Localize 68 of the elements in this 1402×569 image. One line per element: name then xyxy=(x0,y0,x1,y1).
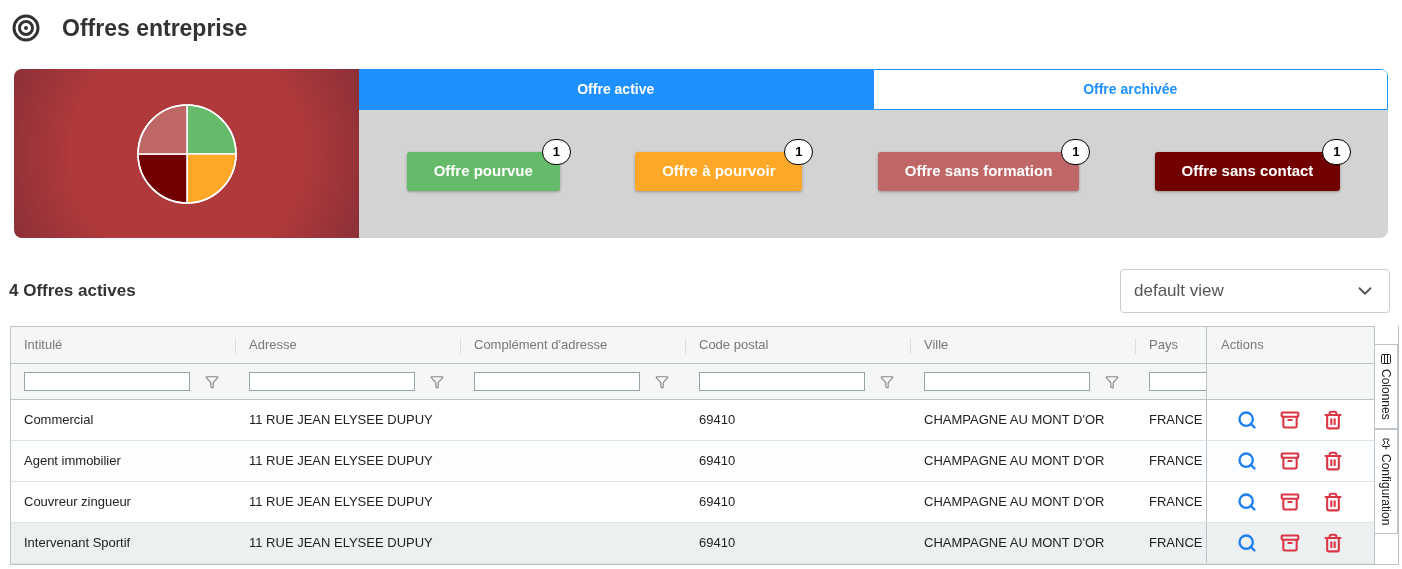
filter-field[interactable] xyxy=(924,372,1090,391)
filter-icon[interactable] xyxy=(430,374,444,389)
column-header[interactable]: Adresse xyxy=(249,335,297,355)
table-row[interactable]: Intervenant Sportif 11 RUE JEAN ELYSEE DUPUY 69410 CHAMPAGNE AU MONT D'OR FRANCE xyxy=(11,523,1374,564)
archive-icon[interactable] xyxy=(1280,533,1300,553)
trash-icon[interactable] xyxy=(1323,451,1343,471)
table-cell-text: Intervenant Sportif xyxy=(24,534,131,553)
column-header[interactable]: Intitulé xyxy=(24,335,63,355)
tab[interactable]: Offre archivée xyxy=(872,69,1388,110)
search-icon[interactable] xyxy=(1237,410,1257,430)
table-cell-text: CHAMPAGNE AU MONT D'OR xyxy=(924,534,1105,553)
table-cell-text: 69410 xyxy=(699,534,736,553)
filter-field[interactable] xyxy=(249,372,415,391)
filter-field[interactable] xyxy=(699,372,865,391)
table-row[interactable]: Agent immobilier 11 RUE JEAN ELYSEE DUPUY 69410 CHAMPAGNE AU MONT D'OR FRANCE xyxy=(11,441,1374,482)
side-panel-tab[interactable]: Colonnes xyxy=(1375,344,1398,429)
table-cell-text: Commercial xyxy=(24,411,94,430)
table-cell-text: CHAMPAGNE AU MONT D'OR xyxy=(924,493,1105,512)
column-header[interactable]: Ville xyxy=(924,335,949,355)
search-icon[interactable] xyxy=(1237,451,1257,471)
table-cell-text: Agent immobilier xyxy=(24,452,121,471)
table-cell-text: FRANCE xyxy=(1149,534,1203,553)
trash-icon[interactable] xyxy=(1323,533,1343,553)
filter-icon[interactable] xyxy=(655,374,669,389)
table-cell-text: FRANCE xyxy=(1149,493,1203,512)
target-icon xyxy=(12,14,40,42)
columns-icon xyxy=(1380,353,1392,365)
column-header[interactable]: Pays xyxy=(1149,335,1178,355)
pin-icon xyxy=(1380,437,1392,450)
search-icon[interactable] xyxy=(1237,533,1257,553)
trash-icon[interactable] xyxy=(1323,492,1343,512)
table-cell-text: 11 RUE JEAN ELYSEE DUPUY xyxy=(249,411,433,430)
filter-field[interactable] xyxy=(1149,372,1206,391)
side-panel-tab[interactable]: Configuration xyxy=(1375,428,1398,535)
table-cell-text: FRANCE xyxy=(1149,452,1203,471)
table-cell-text: CHAMPAGNE AU MONT D'OR xyxy=(924,452,1105,471)
column-header[interactable]: Complément d'adresse xyxy=(474,335,608,355)
archive-icon[interactable] xyxy=(1280,410,1300,430)
table-cell-text: 11 RUE JEAN ELYSEE DUPUY xyxy=(249,452,433,471)
archive-icon[interactable] xyxy=(1280,451,1300,471)
view-select[interactable]: default view xyxy=(1120,269,1390,313)
list-heading: 4 Offres actives xyxy=(9,280,136,303)
filter-field[interactable] xyxy=(474,372,640,391)
trash-icon[interactable] xyxy=(1323,410,1343,430)
count-badge: 1 xyxy=(784,138,814,165)
table-cell-text: Couvreur zingueur xyxy=(24,493,131,512)
filter-icon[interactable] xyxy=(880,374,894,389)
table-cell-text: CHAMPAGNE AU MONT D'OR xyxy=(924,411,1105,430)
table-cell-text: 69410 xyxy=(699,411,736,430)
count-badge: 1 xyxy=(1061,138,1091,165)
archive-icon[interactable] xyxy=(1280,492,1300,512)
filter-icon[interactable] xyxy=(1105,374,1119,389)
table-cell-text: 69410 xyxy=(699,452,736,471)
search-icon[interactable] xyxy=(1237,492,1257,512)
count-badge: 1 xyxy=(1322,138,1352,165)
table-cell-text: 69410 xyxy=(699,493,736,512)
table-row[interactable]: Couvreur zingueur 11 RUE JEAN ELYSEE DUPUY 69410 CHAMPAGNE AU MONT D'OR FRANCE xyxy=(11,482,1374,523)
page-title: Offres entreprise xyxy=(62,13,248,43)
column-header: Actions xyxy=(1221,336,1264,355)
tab[interactable]: Offre active xyxy=(359,69,873,110)
table-cell-text: 11 RUE JEAN ELYSEE DUPUY xyxy=(249,493,433,512)
column-header[interactable]: Code postal xyxy=(699,335,769,355)
filter-field[interactable] xyxy=(24,372,190,391)
table-cell-text: 11 RUE JEAN ELYSEE DUPUY xyxy=(249,534,433,553)
table-cell-text: FRANCE xyxy=(1149,411,1203,430)
table-row[interactable]: Commercial 11 RUE JEAN ELYSEE DUPUY 69410 CHAMPAGNE AU MONT D'OR FRANCE xyxy=(11,400,1374,441)
count-badge: 1 xyxy=(541,138,571,165)
filter-icon[interactable] xyxy=(205,374,219,389)
